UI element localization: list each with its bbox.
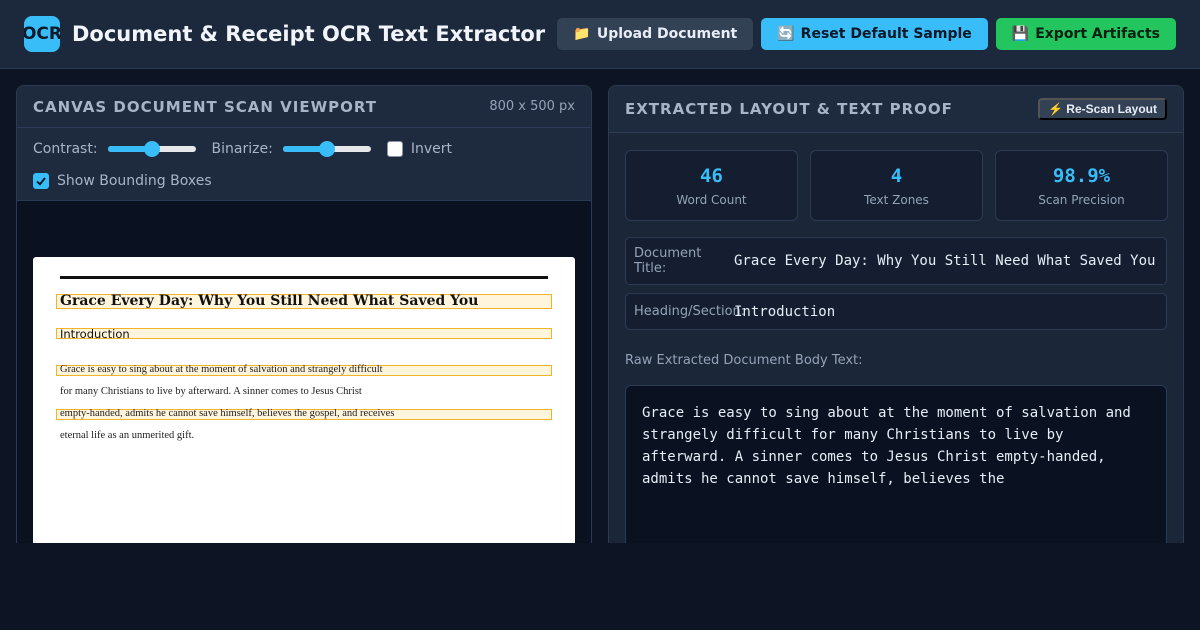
reset-default-sample-button[interactable]: 🔄 Reset Default Sample — [761, 18, 988, 50]
word-count-value: 46 — [700, 164, 723, 187]
body-text-label: Raw Extracted Document Body Text: — [625, 353, 863, 368]
word-count-stat: 46 Word Count — [625, 150, 798, 221]
scan-controls: Contrast: Binarize: Invert Show Bounding… — [17, 128, 591, 201]
refresh-icon: 🔄 — [777, 26, 795, 42]
bounding-box-heading — [56, 328, 552, 339]
document-title-label: Document Title: — [634, 246, 702, 276]
upload-document-label: Upload Document — [596, 26, 738, 42]
binarize-slider-handle[interactable] — [318, 141, 335, 157]
heading-section-field[interactable]: Heading/Section: Introduction — [625, 293, 1167, 330]
document-body-line: eternal life as an unmerited gift. — [60, 430, 195, 441]
scanned-document: Grace Every Day: Why You Still Need What… — [33, 257, 575, 554]
extracted-proof-panel: EXTRACTED LAYOUT & TEXT PROOF ⚡ Re-Scan … — [608, 85, 1184, 555]
bounding-box-toggle-row: Show Bounding Boxes — [33, 169, 212, 193]
binarize-label: Binarize: — [211, 141, 273, 157]
invert-label: Invert — [410, 141, 452, 157]
scan-stats: 46 Word Count 4 Text Zones 98.9% Scan Pr… — [625, 150, 1168, 221]
heading-section-value[interactable]: Introduction — [734, 304, 835, 320]
body-text-area[interactable]: Grace is easy to sing about at the momen… — [625, 385, 1167, 554]
upload-document-button[interactable]: 📁 Upload Document — [557, 18, 754, 50]
scan-controls-row: Contrast: Binarize: Invert — [33, 137, 452, 161]
proof-panel-header: EXTRACTED LAYOUT & TEXT PROOF ⚡ Re-Scan … — [609, 86, 1183, 133]
folder-icon: 📁 — [573, 26, 591, 42]
app-title: Document & Receipt OCR Text Extractor — [72, 22, 546, 46]
scan-panel-header: CANVAS DOCUMENT SCAN VIEWPORT 800 x 500 … — [17, 86, 591, 128]
contrast-slider[interactable] — [107, 141, 196, 157]
floppy-disk-icon: 💾 — [1011, 26, 1030, 42]
text-zones-label: Text Zones — [864, 192, 929, 207]
export-artifacts-label: Export Artifacts — [1035, 26, 1160, 42]
text-zones-value: 4 — [890, 164, 903, 187]
canvas-dimensions: 800 x 500 px — [489, 99, 575, 114]
scan-precision-label: Scan Precision — [1038, 192, 1125, 207]
document-title-text: Grace Every Day: Why You Still Need What… — [60, 293, 479, 309]
canvas-viewport[interactable]: Grace Every Day: Why You Still Need What… — [17, 201, 591, 554]
scan-precision-value: 98.9% — [1052, 164, 1111, 187]
invert-checkbox[interactable] — [386, 141, 403, 157]
document-body-line: for many Christians to live by afterward… — [60, 386, 362, 397]
document-title-field[interactable]: Document Title: Grace Every Day: Why You… — [625, 237, 1167, 285]
scan-precision-stat: 98.9% Scan Precision — [995, 150, 1168, 221]
document-body-line: Grace is easy to sing about at the momen… — [60, 364, 383, 375]
app-logo: OCR — [24, 16, 60, 52]
rescan-layout-button[interactable]: ⚡ Re-Scan Layout — [1038, 98, 1167, 120]
page-bottom-area — [0, 543, 1200, 630]
word-count-label: Word Count — [676, 192, 747, 207]
header-actions: 📁 Upload Document 🔄 Reset Default Sample… — [557, 18, 1176, 50]
scan-viewport-panel: CANVAS DOCUMENT SCAN VIEWPORT 800 x 500 … — [16, 85, 592, 555]
scan-panel-title: CANVAS DOCUMENT SCAN VIEWPORT — [33, 97, 377, 116]
heading-section-label: Heading/Section: — [634, 304, 746, 319]
contrast-slider-handle[interactable] — [143, 141, 160, 157]
document-title-value[interactable]: Grace Every Day: Why You Still Need What… — [734, 253, 1155, 269]
text-zones-stat: 4 Text Zones — [810, 150, 983, 221]
binarize-slider[interactable] — [282, 141, 371, 157]
document-top-rule — [60, 276, 548, 279]
show-bounding-boxes-checkbox[interactable] — [33, 173, 49, 189]
contrast-label: Contrast: — [33, 141, 98, 157]
show-bounding-boxes-label: Show Bounding Boxes — [57, 173, 212, 189]
proof-panel-title: EXTRACTED LAYOUT & TEXT PROOF — [625, 100, 953, 118]
document-heading-text: Introduction — [60, 327, 130, 341]
app-header: OCR Document & Receipt OCR Text Extracto… — [0, 0, 1200, 69]
export-artifacts-button[interactable]: 💾 Export Artifacts — [995, 18, 1176, 50]
reset-default-sample-label: Reset Default Sample — [800, 26, 972, 42]
document-body-line: empty-handed, admits he cannot save hims… — [60, 408, 395, 419]
